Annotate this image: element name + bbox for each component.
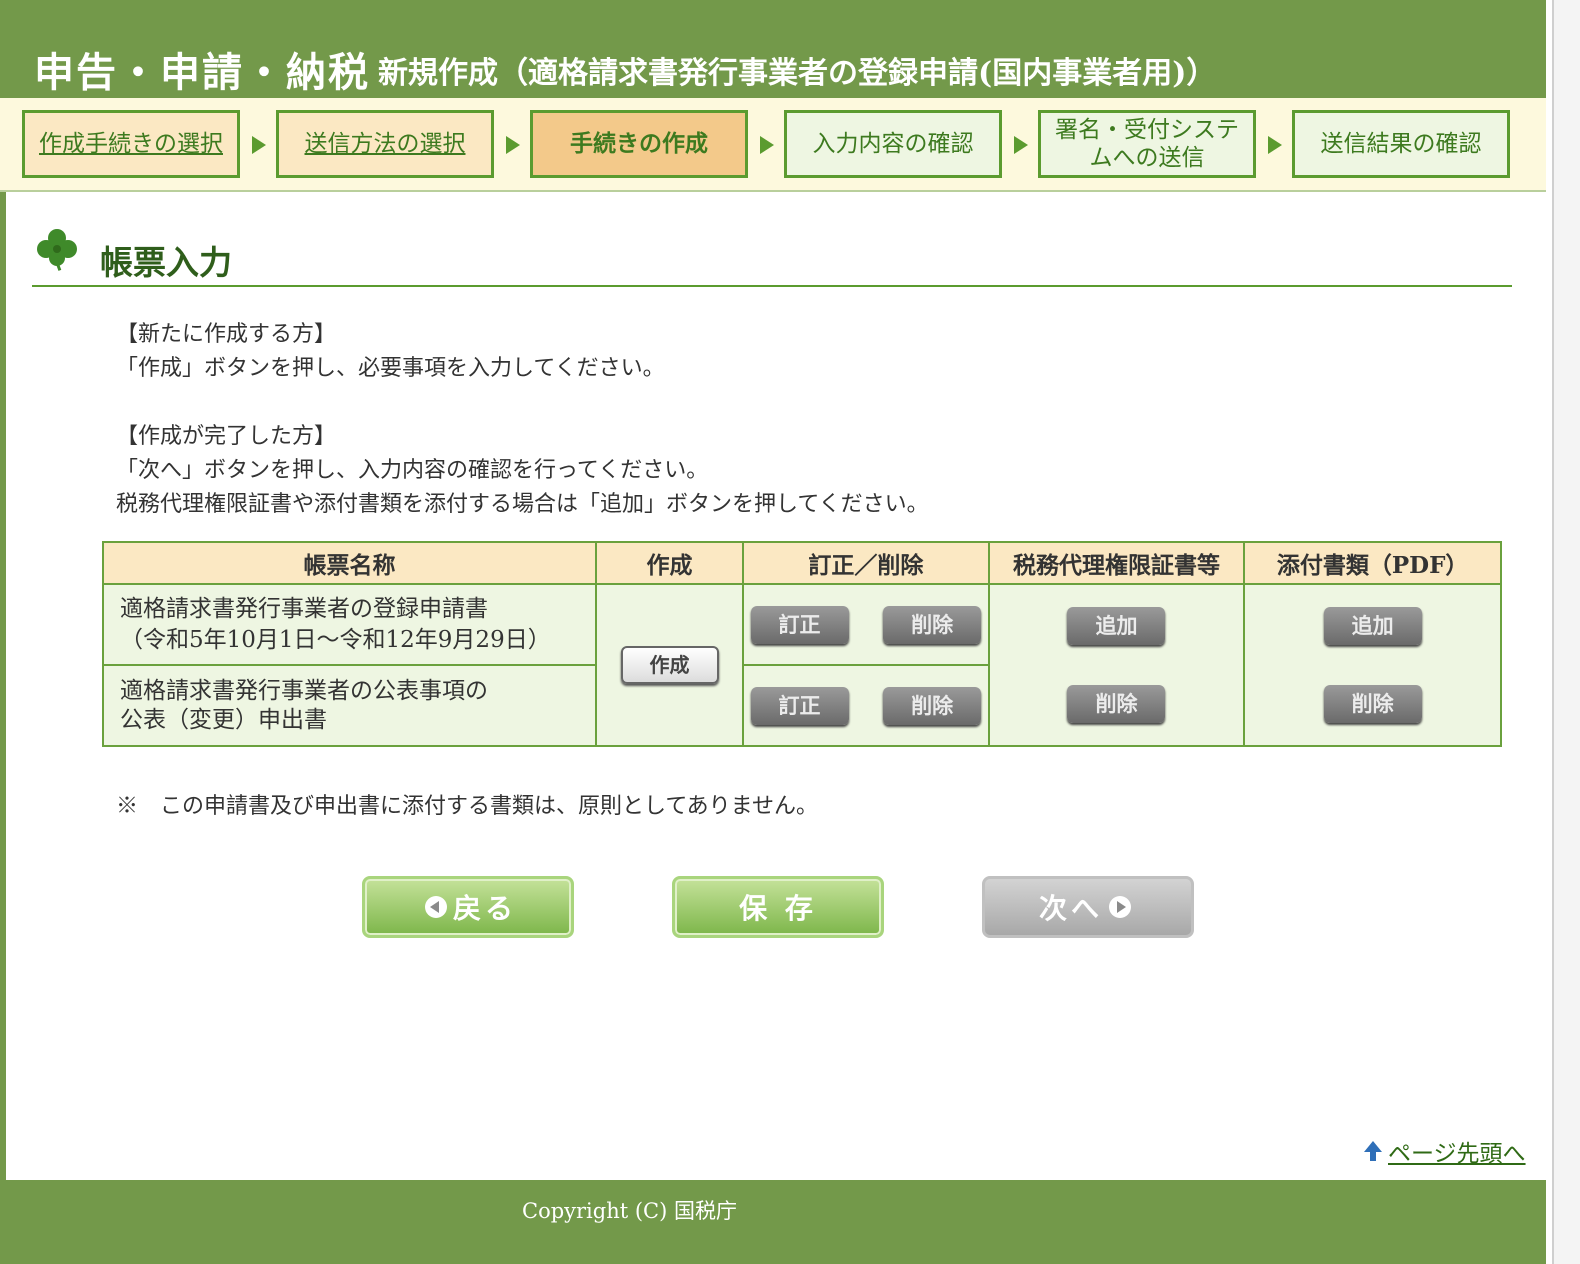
tax-agent-add-button[interactable]: 追加 [1067,607,1166,645]
attachment-add-button[interactable]: 追加 [1323,607,1422,645]
back-button-label: 戻る [452,892,517,925]
tax-agent-cert-cell: 追加 削除 [987,583,1246,747]
column-header-attachments: 添付書類（PDF） [1243,541,1502,585]
instruction-attach-text: 税務代理権限証書や添付書類を添付する場合は「追加」ボタンを押してください。 [116,492,929,517]
step-sign-send: 署名・受付システムへの送信 [1038,110,1256,178]
page-top-label: ページ先頭へ [1388,1141,1526,1167]
create-button[interactable]: 作成 [620,646,719,684]
delete-button-row1[interactable]: 削除 [883,605,982,644]
forms-table: 帳票名称 作成 訂正／削除 税務代理権限証書等 添付書類（PDF） 適格請求書発… [101,541,1502,747]
header-sub-title: 新規作成（適格請求書発行事業者の登録申請(国内事業者用)） [378,56,1217,91]
attachment-cell: 追加 削除 [1243,583,1502,747]
step-arrow-icon [252,136,266,154]
tax-agent-delete-button[interactable]: 削除 [1067,685,1166,723]
page-footer [0,1180,1546,1264]
form-name-line2: 公表（変更）申出書 [120,706,327,733]
step-send-result: 送信結果の確認 [1292,110,1510,178]
correct-button-row2[interactable]: 訂正 [750,686,849,725]
form-name-line1: 適格請求書発行事業者の公表事項の [120,677,488,704]
instruction-new-text: 「作成」ボタンを押し、必要事項を入力してください。 [116,356,665,381]
page-top-link[interactable]: ページ先頭へ [1362,1134,1526,1168]
step-arrow-icon [1014,136,1028,154]
next-button[interactable]: 次へ [982,876,1194,938]
instruction-done-text: 「次へ」ボタンを押し、入力内容の確認を行ってください。 [116,458,709,483]
correct-delete-cell: 訂正 削除 [741,664,990,747]
step-confirm-input: 入力内容の確認 [784,110,1002,178]
form-name-cell: 適格請求書発行事業者の公表事項の 公表（変更）申出書 [101,664,598,747]
create-cell: 作成 [595,583,744,747]
step-select-send-method[interactable]: 送信方法の選択 [276,110,494,178]
back-button[interactable]: 戻る [362,876,574,938]
correct-button-row1[interactable]: 訂正 [750,605,849,644]
step-create-procedure: 手続きの作成 [530,110,748,178]
delete-button-row2[interactable]: 削除 [883,686,982,725]
instruction-new-heading: 【新たに作成する方】 [116,322,337,347]
table-row: 適格請求書発行事業者の登録申請書 （令和5年10月1日～令和12年9月29日） … [101,583,1502,747]
up-arrow-icon [1364,1141,1382,1161]
next-button-label: 次へ [1038,892,1103,925]
step-arrow-icon [506,136,520,154]
step-select-procedure[interactable]: 作成手続きの選択 [22,110,240,178]
save-button[interactable]: 保 存 [672,876,884,938]
page-header: 申告・申請・納税 新規作成（適格請求書発行事業者の登録申請(国内事業者用)） [0,0,1546,98]
title-divider [32,285,1512,287]
back-arrow-icon [424,896,447,918]
instruction-done-heading: 【作成が完了した方】 [116,424,337,449]
header-main-title: 申告・申請・納税 [34,49,370,96]
window-edge [1552,0,1580,1264]
column-header-create: 作成 [595,541,744,585]
progress-steps: 作成手続きの選択 送信方法の選択 手続きの作成 入力内容の確認 署名・受付システ… [0,98,1546,192]
attachment-delete-button[interactable]: 削除 [1323,685,1422,723]
clover-icon [37,229,77,271]
column-header-form-name: 帳票名称 [101,541,598,585]
step-arrow-icon [760,136,774,154]
column-header-correct-delete: 訂正／削除 [741,541,990,585]
correct-delete-cell: 訂正 削除 [741,583,990,666]
next-arrow-icon [1109,896,1131,918]
section-title: 帳票入力 [100,243,232,282]
save-button-label: 保 存 [739,892,817,925]
attachment-note: ※ この申請書及び申出書に添付する書類は、原則としてありません。 [116,794,819,819]
step-arrow-icon [1268,136,1282,154]
form-name-line2: （令和5年10月1日～令和12年9月29日） [120,626,551,653]
column-header-tax-agent-cert: 税務代理権限証書等 [987,541,1246,585]
copyright-text: Copyright (C) 国税庁 [522,1199,737,1223]
form-name-cell: 適格請求書発行事業者の登録申請書 （令和5年10月1日～令和12年9月29日） [101,583,598,666]
form-name-line1: 適格請求書発行事業者の登録申請書 [120,595,488,622]
